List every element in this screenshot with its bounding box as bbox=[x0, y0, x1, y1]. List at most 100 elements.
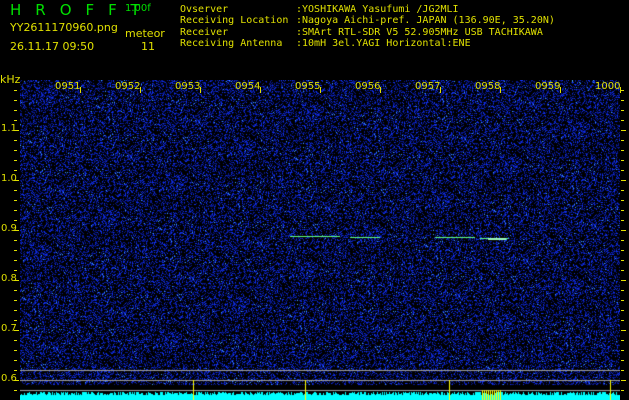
y-tick bbox=[14, 180, 19, 181]
y-tick-label: 1.0 bbox=[1, 173, 17, 184]
x-tick bbox=[500, 87, 501, 93]
info-value: :YOSHIKAWA Yasufumi /JG2MLI bbox=[296, 4, 459, 15]
y-tick bbox=[14, 370, 17, 371]
y-tick bbox=[621, 350, 624, 351]
x-tick-label: 0957 bbox=[415, 81, 441, 92]
spectrogram bbox=[20, 80, 620, 400]
y-tick-label: 0.8 bbox=[1, 273, 17, 284]
y-tick bbox=[14, 150, 17, 151]
x-tick bbox=[140, 87, 141, 93]
y-tick bbox=[14, 250, 17, 251]
y-tick bbox=[14, 330, 19, 331]
info-label: Receiving Location bbox=[180, 15, 289, 27]
y-tick bbox=[621, 360, 624, 361]
info-label: Ovserver bbox=[180, 4, 229, 15]
y-tick bbox=[14, 390, 17, 391]
meteor-label: meteor bbox=[125, 27, 165, 40]
y-tick bbox=[14, 280, 19, 281]
y-tick bbox=[621, 230, 626, 231]
y-tick bbox=[621, 310, 624, 311]
y-tick bbox=[621, 390, 624, 391]
y-tick bbox=[14, 160, 17, 161]
y-tick bbox=[621, 280, 626, 281]
y-tick bbox=[14, 190, 17, 191]
y-tick bbox=[621, 340, 624, 341]
y-tick bbox=[14, 200, 17, 201]
y-tick bbox=[621, 120, 624, 121]
meteor-count: 11 bbox=[141, 40, 155, 53]
x-tick bbox=[200, 87, 201, 93]
y-tick bbox=[621, 180, 626, 181]
x-tick-label: 0951 bbox=[55, 81, 81, 92]
y-tick bbox=[621, 210, 624, 211]
y-tick bbox=[14, 340, 17, 341]
info-value: :Nagoya Aichi-pref. JAPAN (136.90E, 35.2… bbox=[296, 15, 555, 27]
y-tick bbox=[14, 300, 17, 301]
info-row: Ovserver :YOSHIKAWA Yasufumi /JG2MLI bbox=[180, 4, 555, 15]
y-tick bbox=[621, 260, 624, 261]
y-tick bbox=[621, 240, 624, 241]
y-tick bbox=[621, 270, 624, 271]
y-tick bbox=[14, 320, 17, 321]
x-tick-label: 0956 bbox=[355, 81, 381, 92]
info-value: :10mH 3el.YAGI Horizontal:ENE bbox=[296, 37, 471, 49]
y-tick bbox=[14, 130, 19, 131]
y-tick bbox=[14, 140, 17, 141]
y-tick bbox=[14, 270, 17, 271]
y-tick bbox=[14, 240, 17, 241]
y-tick bbox=[621, 380, 626, 381]
info-label: Receiving Antenna bbox=[180, 37, 283, 49]
y-tick bbox=[14, 120, 17, 121]
y-tick bbox=[14, 380, 19, 381]
y-tick bbox=[621, 370, 624, 371]
y-tick-label: 1.1 bbox=[1, 123, 17, 134]
y-tick bbox=[14, 100, 17, 101]
info-value: :SMArt RTL-SDR V5 52.905MHz USB TACHIKAW… bbox=[296, 26, 543, 38]
x-tick bbox=[320, 87, 321, 93]
y-tick bbox=[621, 170, 624, 171]
x-tick-label: 0955 bbox=[295, 81, 321, 92]
info-label: Receiver bbox=[180, 26, 229, 38]
y-tick bbox=[14, 210, 17, 211]
info-row: Receiving Antenna :10mH 3el.YAGI Horizont… bbox=[180, 38, 555, 49]
x-tick bbox=[380, 87, 381, 93]
x-tick-label: 0954 bbox=[235, 81, 261, 92]
x-tick bbox=[260, 87, 261, 93]
hrofft-window: HROFFT 1.00f YY2611170960.png meteor 26.… bbox=[0, 0, 629, 400]
y-tick-label: 0.7 bbox=[1, 323, 17, 334]
y-tick bbox=[621, 200, 624, 201]
x-tick-label: 1000 bbox=[595, 81, 621, 92]
y-tick bbox=[621, 330, 626, 331]
y-tick bbox=[621, 220, 624, 221]
y-tick bbox=[14, 90, 17, 91]
y-tick-label: 0.9 bbox=[1, 223, 17, 234]
y-tick bbox=[621, 110, 624, 111]
y-tick bbox=[621, 150, 624, 151]
x-tick bbox=[80, 87, 81, 93]
y-tick bbox=[14, 220, 17, 221]
y-tick bbox=[621, 290, 624, 291]
x-tick-label: 0958 bbox=[475, 81, 501, 92]
y-tick bbox=[14, 360, 17, 361]
y-tick bbox=[621, 190, 624, 191]
axis-unit: kHz bbox=[0, 73, 21, 86]
y-tick bbox=[621, 300, 624, 301]
station-info: Ovserver:YOSHIKAWA Yasufumi /JG2MLI Recei… bbox=[180, 4, 555, 49]
y-tick bbox=[621, 250, 624, 251]
y-tick-label: 0.6 bbox=[1, 373, 17, 384]
info-row: Receiving Location :Nagoya Aichi-pref. JA… bbox=[180, 15, 555, 26]
y-tick bbox=[621, 100, 624, 101]
x-tick-label: 0952 bbox=[115, 81, 141, 92]
y-tick bbox=[14, 110, 17, 111]
x-tick bbox=[440, 87, 441, 93]
y-tick bbox=[14, 290, 17, 291]
y-tick bbox=[621, 320, 624, 321]
x-tick-label: 0953 bbox=[175, 81, 201, 92]
y-tick bbox=[621, 160, 624, 161]
x-tick-label: 0959 bbox=[535, 81, 561, 92]
y-tick bbox=[621, 90, 624, 91]
y-tick bbox=[621, 130, 626, 131]
info-row: Receiver :SMArt RTL-SDR V5 52.905MHz USB … bbox=[180, 27, 555, 38]
y-tick bbox=[14, 230, 19, 231]
date-time: 26.11.17 09:50 bbox=[10, 40, 95, 53]
